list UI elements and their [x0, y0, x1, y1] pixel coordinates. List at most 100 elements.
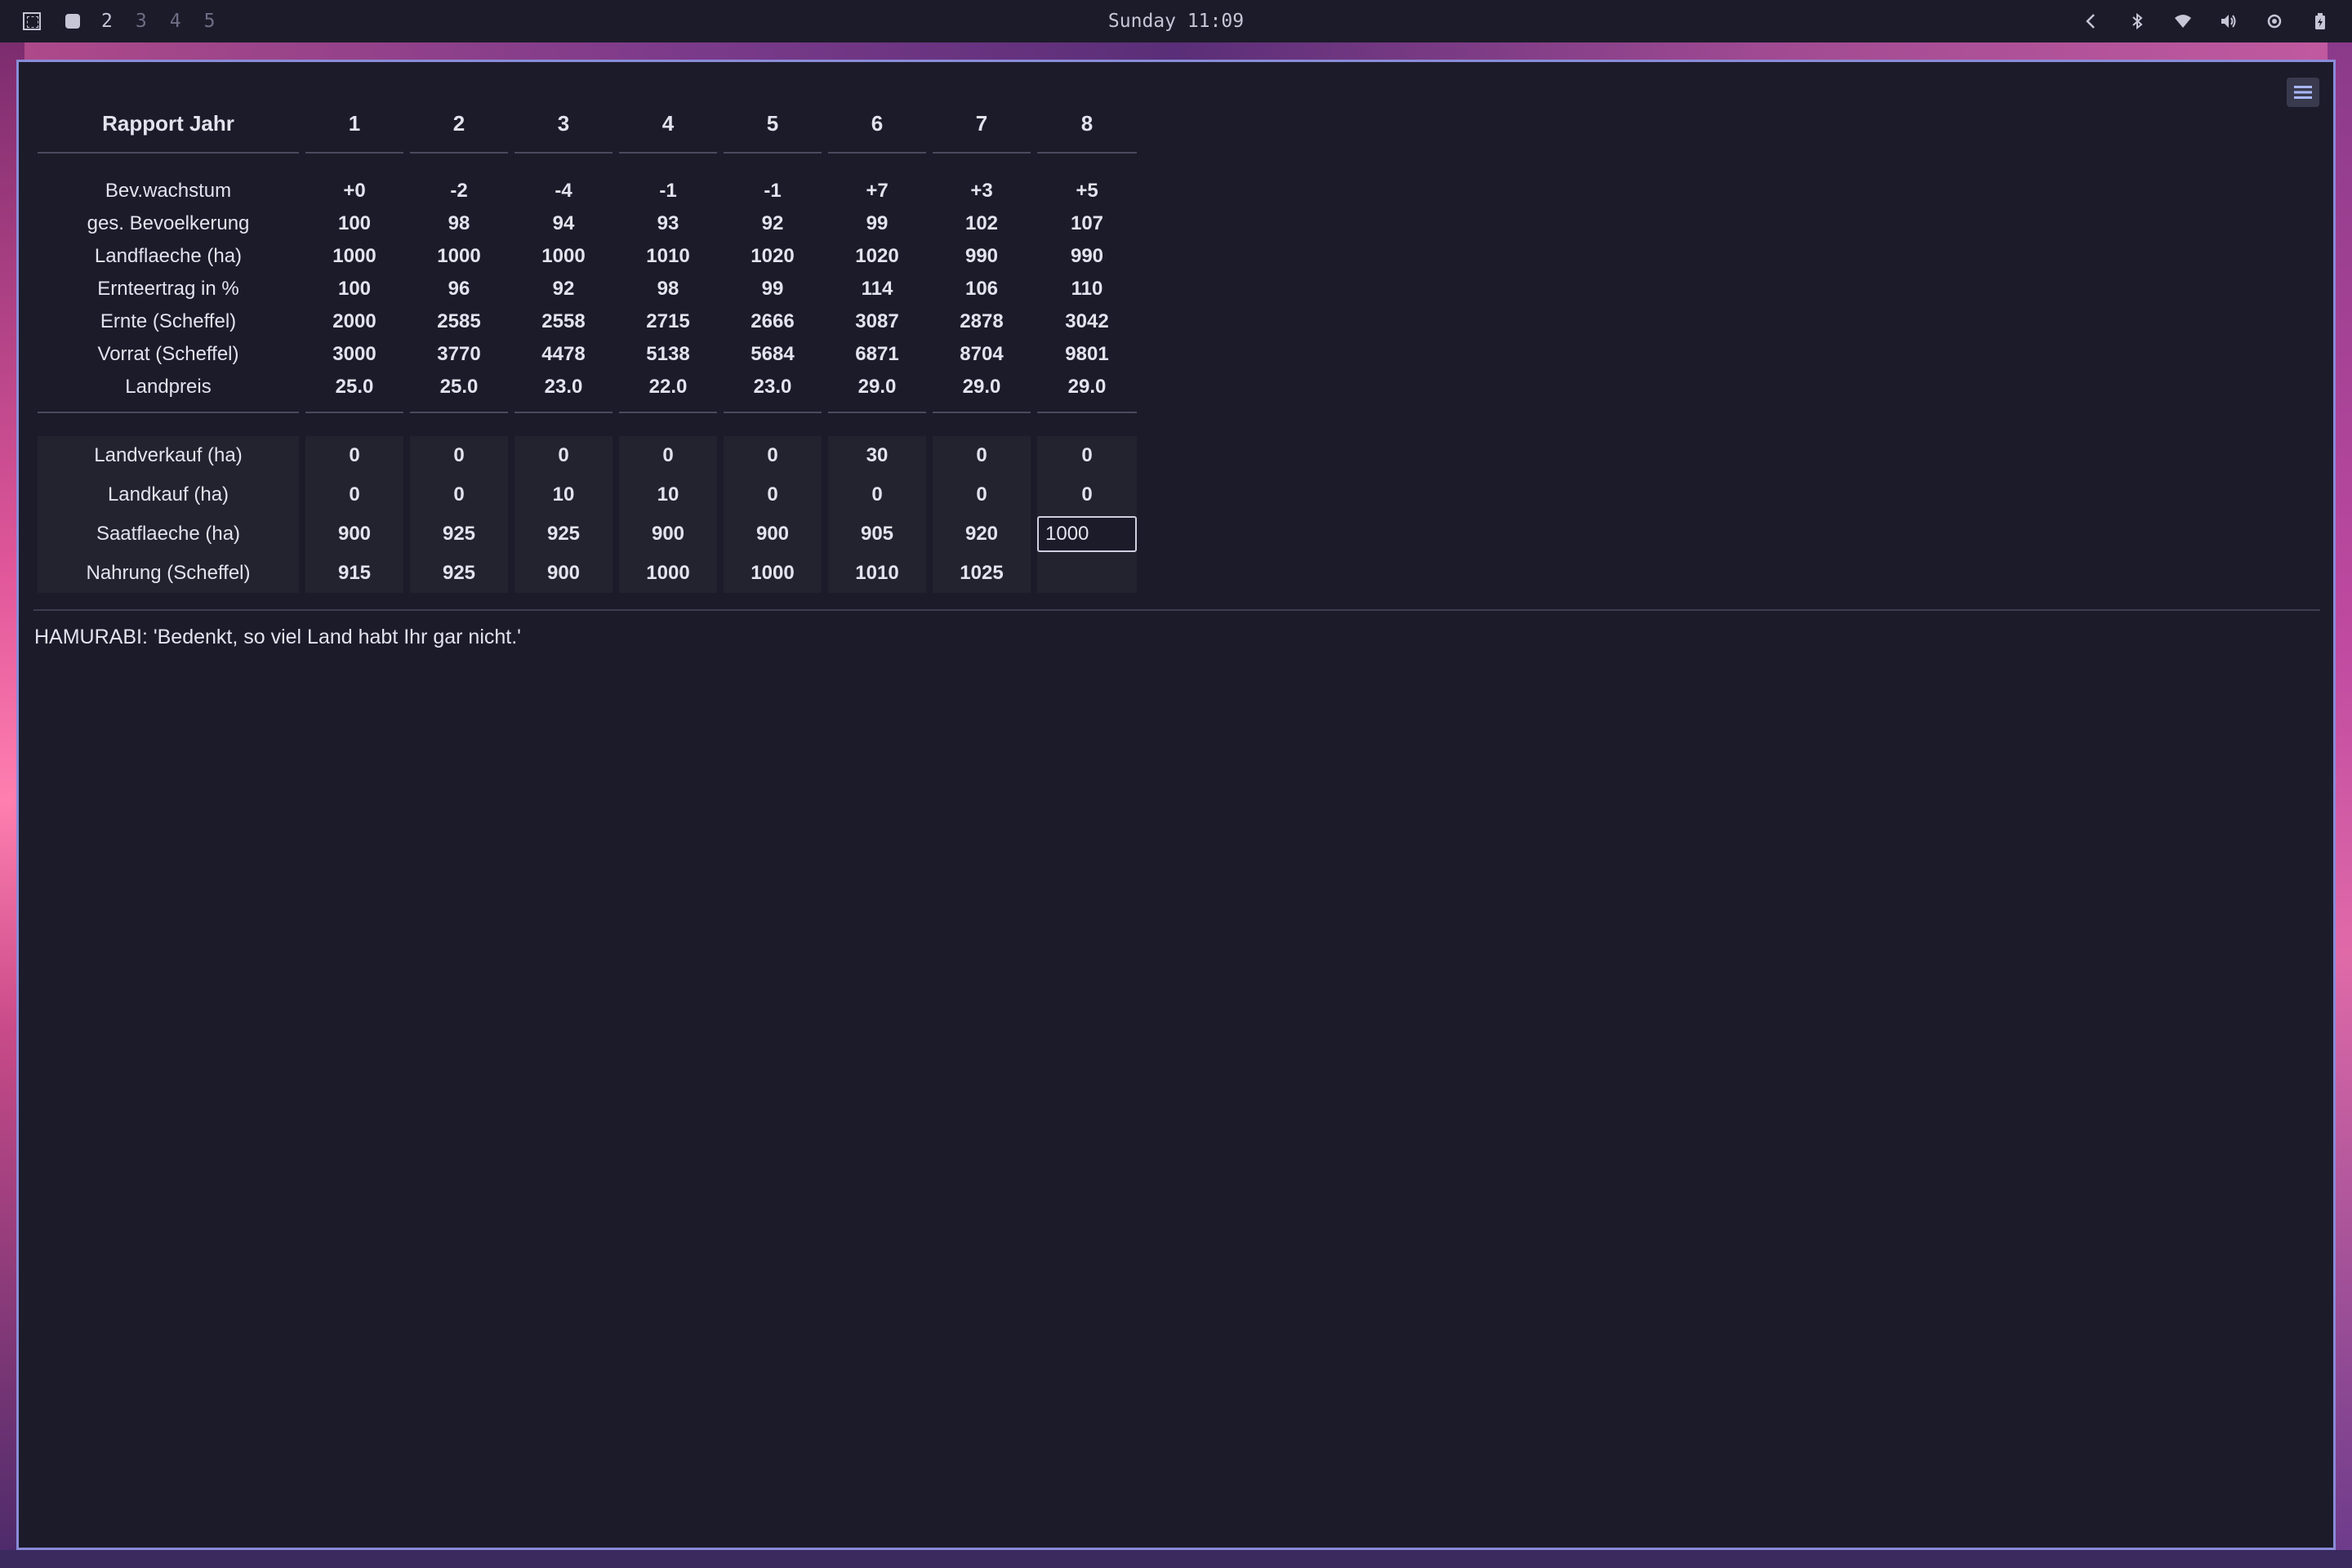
table-cell: 900	[724, 514, 822, 554]
table-cell: 4478	[541, 343, 586, 365]
stat-row-vorrat: Vorrat (Scheffel) 3000 3770 4478 5138 56…	[38, 338, 1137, 371]
app-window: Rapport Jahr 1 2 3 4 5 6 7 8 Bev.wachstu…	[16, 60, 2336, 1550]
table-cell: +0	[343, 180, 366, 202]
table-cell: 0	[1037, 436, 1137, 475]
table-cell: 2878	[960, 310, 1004, 332]
row-label: Bev.wachstum	[105, 180, 232, 202]
battery-charging-icon[interactable]	[2310, 11, 2331, 32]
table-cell: 9801	[1065, 343, 1109, 365]
table-cell: 2000	[332, 310, 376, 332]
row-label: Saatflaeche (ha)	[38, 514, 299, 554]
chevron-left-icon[interactable]	[2081, 11, 2102, 32]
table-cell: 990	[1070, 245, 1104, 267]
table-cell: 0	[410, 475, 508, 514]
table-cell: 3770	[437, 343, 481, 365]
table-cell	[1037, 554, 1137, 593]
table-cell: 10	[514, 475, 612, 514]
stat-row-ernteertrag: Ernteertrag in % 100 96 92 98 99 114 106…	[38, 273, 1137, 305]
table-cell: 99	[761, 278, 784, 300]
table-cell: +7	[866, 180, 889, 202]
table-cell: 0	[619, 436, 717, 475]
stat-row-bevoelkerung: ges. Bevoelkerung 100 98 94 93 92 99 102…	[38, 207, 1137, 240]
menu-button[interactable]	[2287, 78, 2319, 107]
table-cell: 3042	[1065, 310, 1109, 332]
table-cell: 1000	[541, 245, 586, 267]
row-label: Ernteertrag in %	[97, 278, 239, 300]
table-cell: 990	[964, 245, 999, 267]
year-header: 3	[557, 110, 570, 136]
table-cell: 96	[448, 278, 470, 300]
table-cell: 900	[514, 554, 612, 593]
table-cell: 23.0	[753, 376, 792, 398]
clock: Sunday 11:09	[1107, 11, 1245, 32]
table-cell: 2585	[437, 310, 481, 332]
table-cell: 99	[866, 212, 889, 234]
table-cell: 0	[305, 436, 403, 475]
table-cell: 107	[1070, 212, 1104, 234]
table-cell: 29.0	[858, 376, 897, 398]
table-cell: 925	[410, 514, 508, 554]
table-cell: 2666	[751, 310, 795, 332]
stat-row-landflaeche: Landflaeche (ha) 1000 1000 1000 1010 102…	[38, 240, 1137, 273]
table-cell: 1010	[646, 245, 690, 267]
table-cell: -1	[764, 180, 782, 202]
table-cell: 5138	[646, 343, 690, 365]
table-cell: 5684	[751, 343, 795, 365]
table-cell: -1	[659, 180, 677, 202]
year-header: 2	[452, 110, 466, 136]
table-cell: 1000	[332, 245, 376, 267]
table-cell: 106	[964, 278, 999, 300]
table-cell: 3000	[332, 343, 376, 365]
table-cell: 0	[933, 436, 1031, 475]
table-cell: 0	[933, 475, 1031, 514]
saatflaeche-input[interactable]	[1037, 516, 1137, 552]
hamburger-menu-icon	[2294, 86, 2312, 99]
table-cell: 0	[724, 436, 822, 475]
table-cell: 1020	[751, 245, 795, 267]
row-label: Landpreis	[125, 376, 212, 398]
table-cell: 1020	[855, 245, 899, 267]
table-cell: 2558	[541, 310, 586, 332]
table-cell: 915	[305, 554, 403, 593]
table-cell: 900	[619, 514, 717, 554]
table-cell: 29.0	[1067, 376, 1107, 398]
table-cell: 100	[337, 278, 372, 300]
table-cell: 114	[861, 278, 893, 300]
settings-gear-icon[interactable]	[2264, 11, 2285, 32]
table-cell: +5	[1076, 180, 1098, 202]
table-cell: 3087	[855, 310, 899, 332]
year-header: 1	[348, 110, 361, 136]
table-cell: 905	[828, 514, 926, 554]
table-cell: 1010	[828, 554, 926, 593]
stat-row-landpreis: Landpreis 25.0 25.0 23.0 22.0 23.0 29.0 …	[38, 371, 1137, 403]
table-cell: 29.0	[962, 376, 1001, 398]
row-label: Vorrat (Scheffel)	[97, 343, 239, 365]
message-divider	[33, 609, 2320, 611]
table-cell: 6871	[855, 343, 899, 365]
decision-row-landkauf: Landkauf (ha) 0 0 10 10 0 0 0 0	[38, 475, 1137, 514]
table-cell: 920	[933, 514, 1031, 554]
table-cell: 1025	[933, 554, 1031, 593]
year-header: 7	[975, 110, 988, 136]
volume-icon[interactable]	[2218, 11, 2239, 32]
table-cell: 0	[514, 436, 612, 475]
table-cell: 94	[552, 212, 575, 234]
wifi-icon[interactable]	[2172, 11, 2194, 32]
year-header: 6	[871, 110, 884, 136]
bluetooth-icon[interactable]	[2127, 11, 2148, 32]
table-cell: 900	[305, 514, 403, 554]
table-cell: 110	[1071, 278, 1103, 300]
year-header: 8	[1080, 110, 1094, 136]
table-cell: 92	[761, 212, 784, 234]
row-label: Nahrung (Scheffel)	[38, 554, 299, 593]
header-row: Rapport Jahr 1 2 3 4 5 6 7 8	[38, 103, 1137, 144]
separator	[38, 144, 1137, 162]
row-label: Ernte (Scheffel)	[100, 310, 237, 332]
decision-row-saatflaeche: Saatflaeche (ha) 900 925 925 900 900 905…	[38, 514, 1137, 554]
stat-row-ernte: Ernte (Scheffel) 2000 2585 2558 2715 266…	[38, 305, 1137, 338]
table-cell: 102	[964, 212, 999, 234]
row-label: Landverkauf (ha)	[38, 436, 299, 475]
table-cell: 93	[657, 212, 679, 234]
table-cell: 10	[619, 475, 717, 514]
decision-row-landverkauf: Landverkauf (ha) 0 0 0 0 0 30 0 0	[38, 436, 1137, 475]
